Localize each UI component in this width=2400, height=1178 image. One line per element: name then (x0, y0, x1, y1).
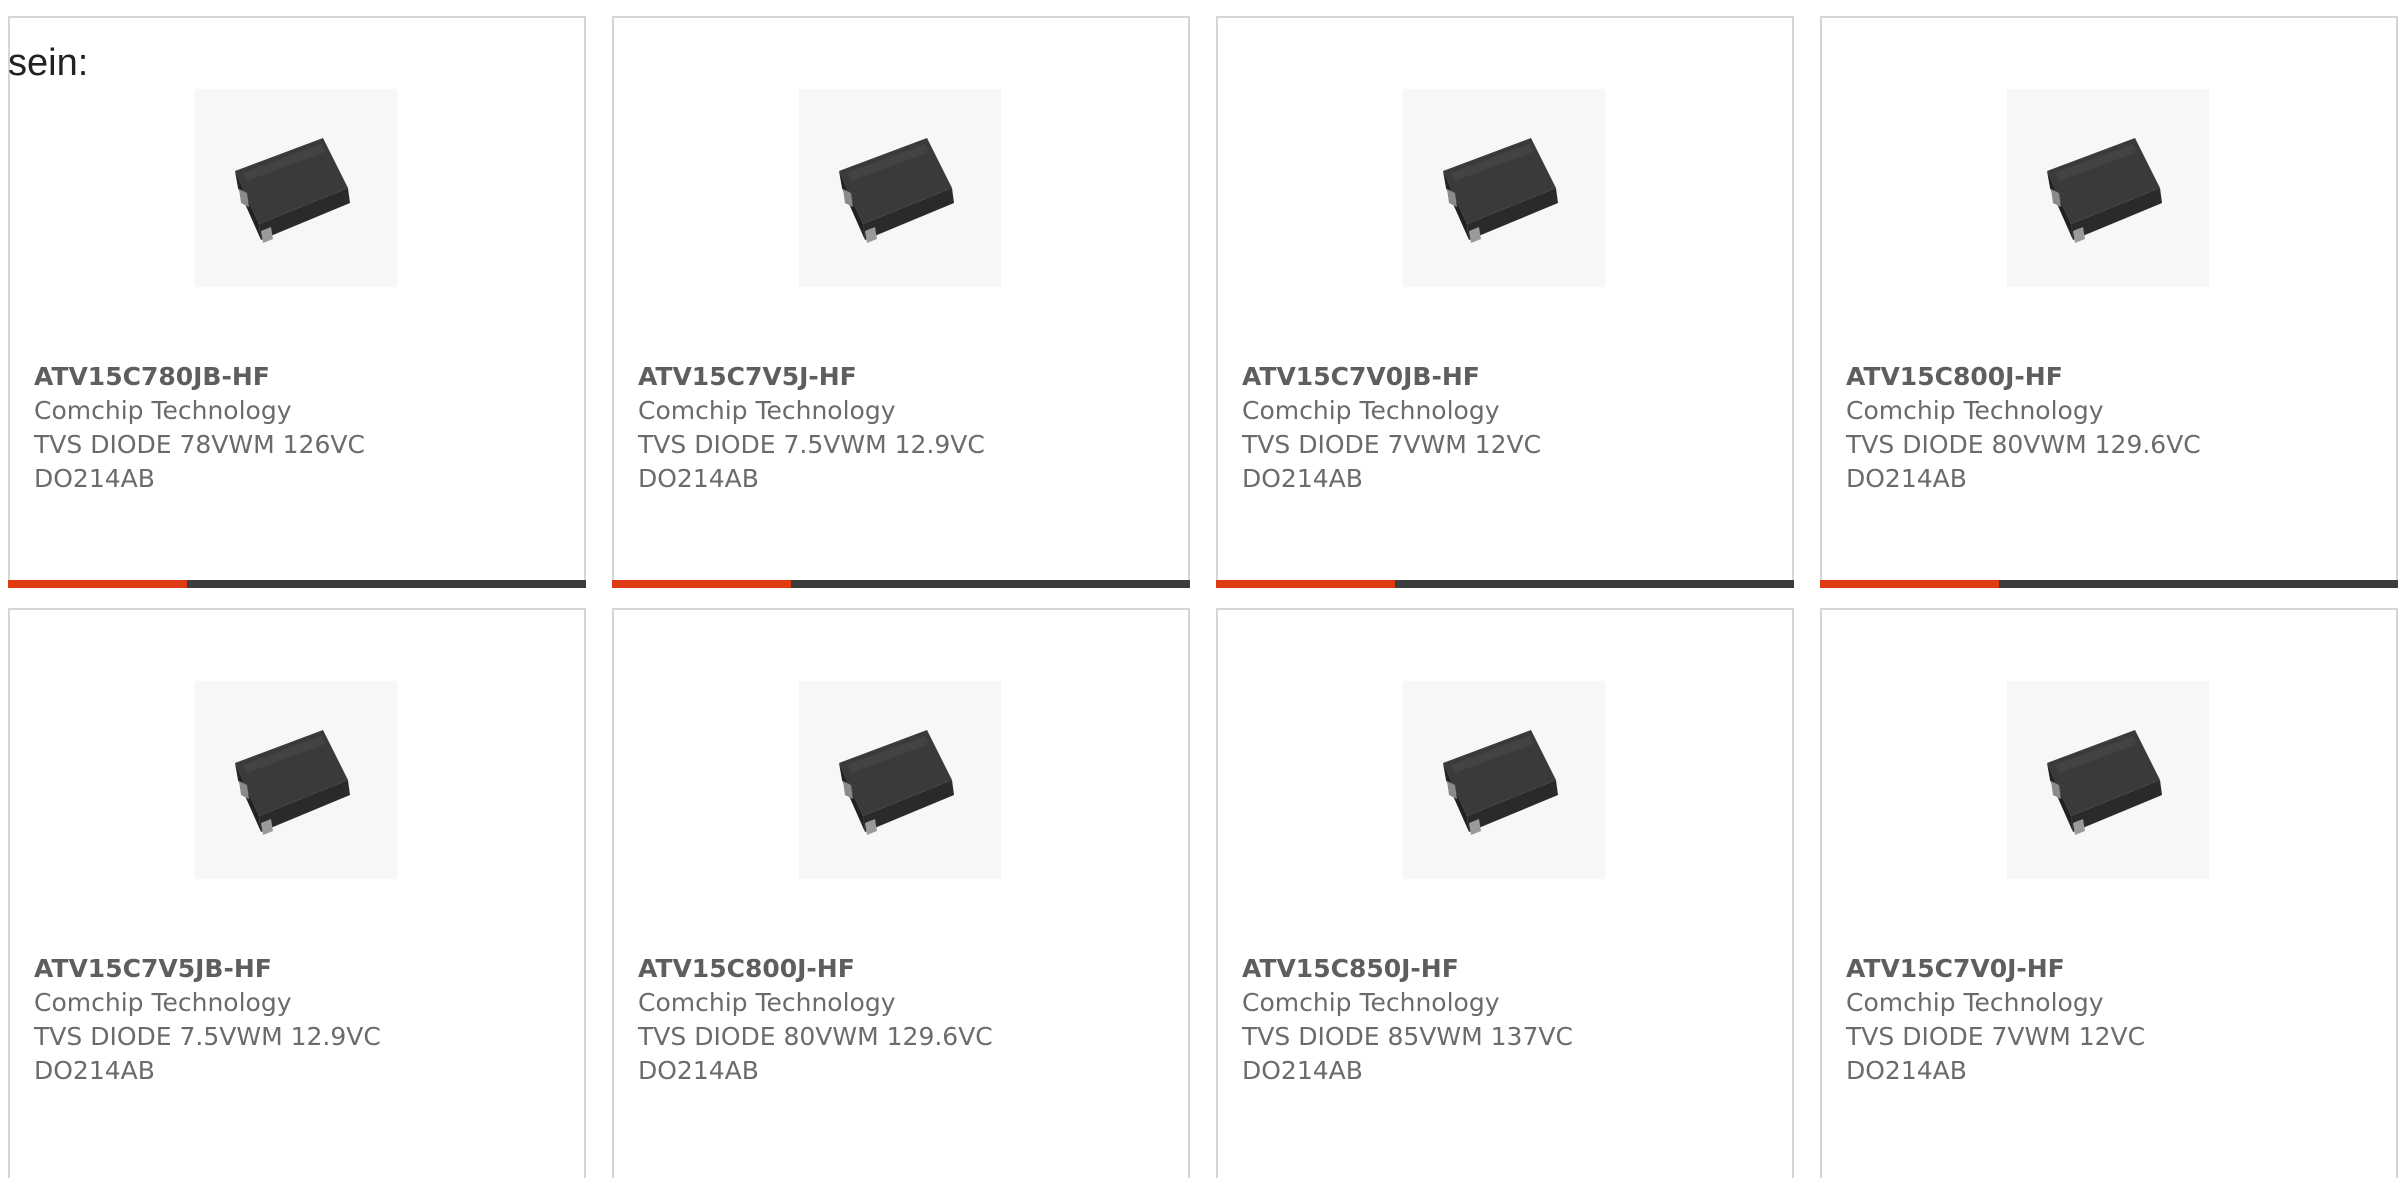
part-number[interactable]: ATV15C7V5JB-HF (34, 952, 574, 986)
manufacturer: Comchip Technology (1242, 988, 1500, 1017)
progress-bar (612, 580, 1190, 588)
package: DO214AB (34, 464, 155, 493)
part-number[interactable]: ATV15C780JB-HF (34, 360, 574, 394)
progress-fill (1216, 580, 1396, 588)
progress-bar (8, 580, 586, 588)
diode-package-image[interactable] (2007, 681, 2209, 879)
product-info: ATV15C780JB-HF Comchip Technology TVS DI… (34, 360, 574, 496)
product-card[interactable]: ATV15C7V0JB-HF Comchip Technology TVS DI… (1216, 16, 1794, 588)
package: DO214AB (638, 464, 759, 493)
product-info: ATV15C7V0J-HF Comchip Technology TVS DIO… (1846, 952, 2386, 1088)
description: TVS DIODE 7.5VWM 12.9VC (638, 430, 985, 459)
progress-fill (8, 580, 188, 588)
product-card[interactable]: ATV15C7V5J-HF Comchip Technology TVS DIO… (612, 16, 1190, 588)
progress-bar (1216, 580, 1794, 588)
progress-fill (1820, 580, 2000, 588)
diode-package-image[interactable] (799, 89, 1001, 287)
package: DO214AB (638, 1056, 759, 1085)
description: TVS DIODE 78VWM 126VC (34, 430, 365, 459)
progress-bar (1820, 580, 2398, 588)
manufacturer: Comchip Technology (638, 988, 896, 1017)
product-info: ATV15C7V5JB-HF Comchip Technology TVS DI… (34, 952, 574, 1088)
diode-package-image[interactable] (195, 89, 397, 287)
product-card[interactable]: ATV15C7V5JB-HF Comchip Technology TVS DI… (8, 608, 586, 1178)
diode-package-image[interactable] (195, 681, 397, 879)
diode-package-image[interactable] (1403, 89, 1605, 287)
progress-fill (612, 580, 792, 588)
description: TVS DIODE 7VWM 12VC (1846, 1022, 2146, 1051)
manufacturer: Comchip Technology (1846, 988, 2104, 1017)
package: DO214AB (1242, 464, 1363, 493)
manufacturer: Comchip Technology (34, 396, 292, 425)
package: DO214AB (1846, 1056, 1967, 1085)
product-card[interactable]: ATV15C800J-HF Comchip Technology TVS DIO… (612, 608, 1190, 1178)
description: TVS DIODE 7VWM 12VC (1242, 430, 1542, 459)
diode-package-image[interactable] (2007, 89, 2209, 287)
part-number[interactable]: ATV15C7V0JB-HF (1242, 360, 1782, 394)
description: TVS DIODE 80VWM 129.6VC (1846, 430, 2201, 459)
description: TVS DIODE 7.5VWM 12.9VC (34, 1022, 381, 1051)
product-grid: ATV15C780JB-HF Comchip Technology TVS DI… (8, 16, 2400, 1178)
product-info: ATV15C7V5J-HF Comchip Technology TVS DIO… (638, 360, 1178, 496)
section-label: sein: (8, 42, 89, 84)
product-card[interactable]: ATV15C850J-HF Comchip Technology TVS DIO… (1216, 608, 1794, 1178)
part-number[interactable]: ATV15C800J-HF (638, 952, 1178, 986)
description: TVS DIODE 80VWM 129.6VC (638, 1022, 993, 1051)
diode-package-image[interactable] (799, 681, 1001, 879)
product-info: ATV15C800J-HF Comchip Technology TVS DIO… (638, 952, 1178, 1088)
product-card[interactable]: ATV15C800J-HF Comchip Technology TVS DIO… (1820, 16, 2398, 588)
manufacturer: Comchip Technology (34, 988, 292, 1017)
product-info: ATV15C800J-HF Comchip Technology TVS DIO… (1846, 360, 2386, 496)
manufacturer: Comchip Technology (1846, 396, 2104, 425)
product-info: ATV15C850J-HF Comchip Technology TVS DIO… (1242, 952, 1782, 1088)
package: DO214AB (34, 1056, 155, 1085)
manufacturer: Comchip Technology (1242, 396, 1500, 425)
package: DO214AB (1242, 1056, 1363, 1085)
description: TVS DIODE 85VWM 137VC (1242, 1022, 1573, 1051)
part-number[interactable]: ATV15C7V5J-HF (638, 360, 1178, 394)
part-number[interactable]: ATV15C7V0J-HF (1846, 952, 2386, 986)
part-number[interactable]: ATV15C800J-HF (1846, 360, 2386, 394)
product-card[interactable]: ATV15C7V0J-HF Comchip Technology TVS DIO… (1820, 608, 2398, 1178)
product-info: ATV15C7V0JB-HF Comchip Technology TVS DI… (1242, 360, 1782, 496)
product-card[interactable]: ATV15C780JB-HF Comchip Technology TVS DI… (8, 16, 586, 588)
manufacturer: Comchip Technology (638, 396, 896, 425)
part-number[interactable]: ATV15C850J-HF (1242, 952, 1782, 986)
diode-package-image[interactable] (1403, 681, 1605, 879)
package: DO214AB (1846, 464, 1967, 493)
